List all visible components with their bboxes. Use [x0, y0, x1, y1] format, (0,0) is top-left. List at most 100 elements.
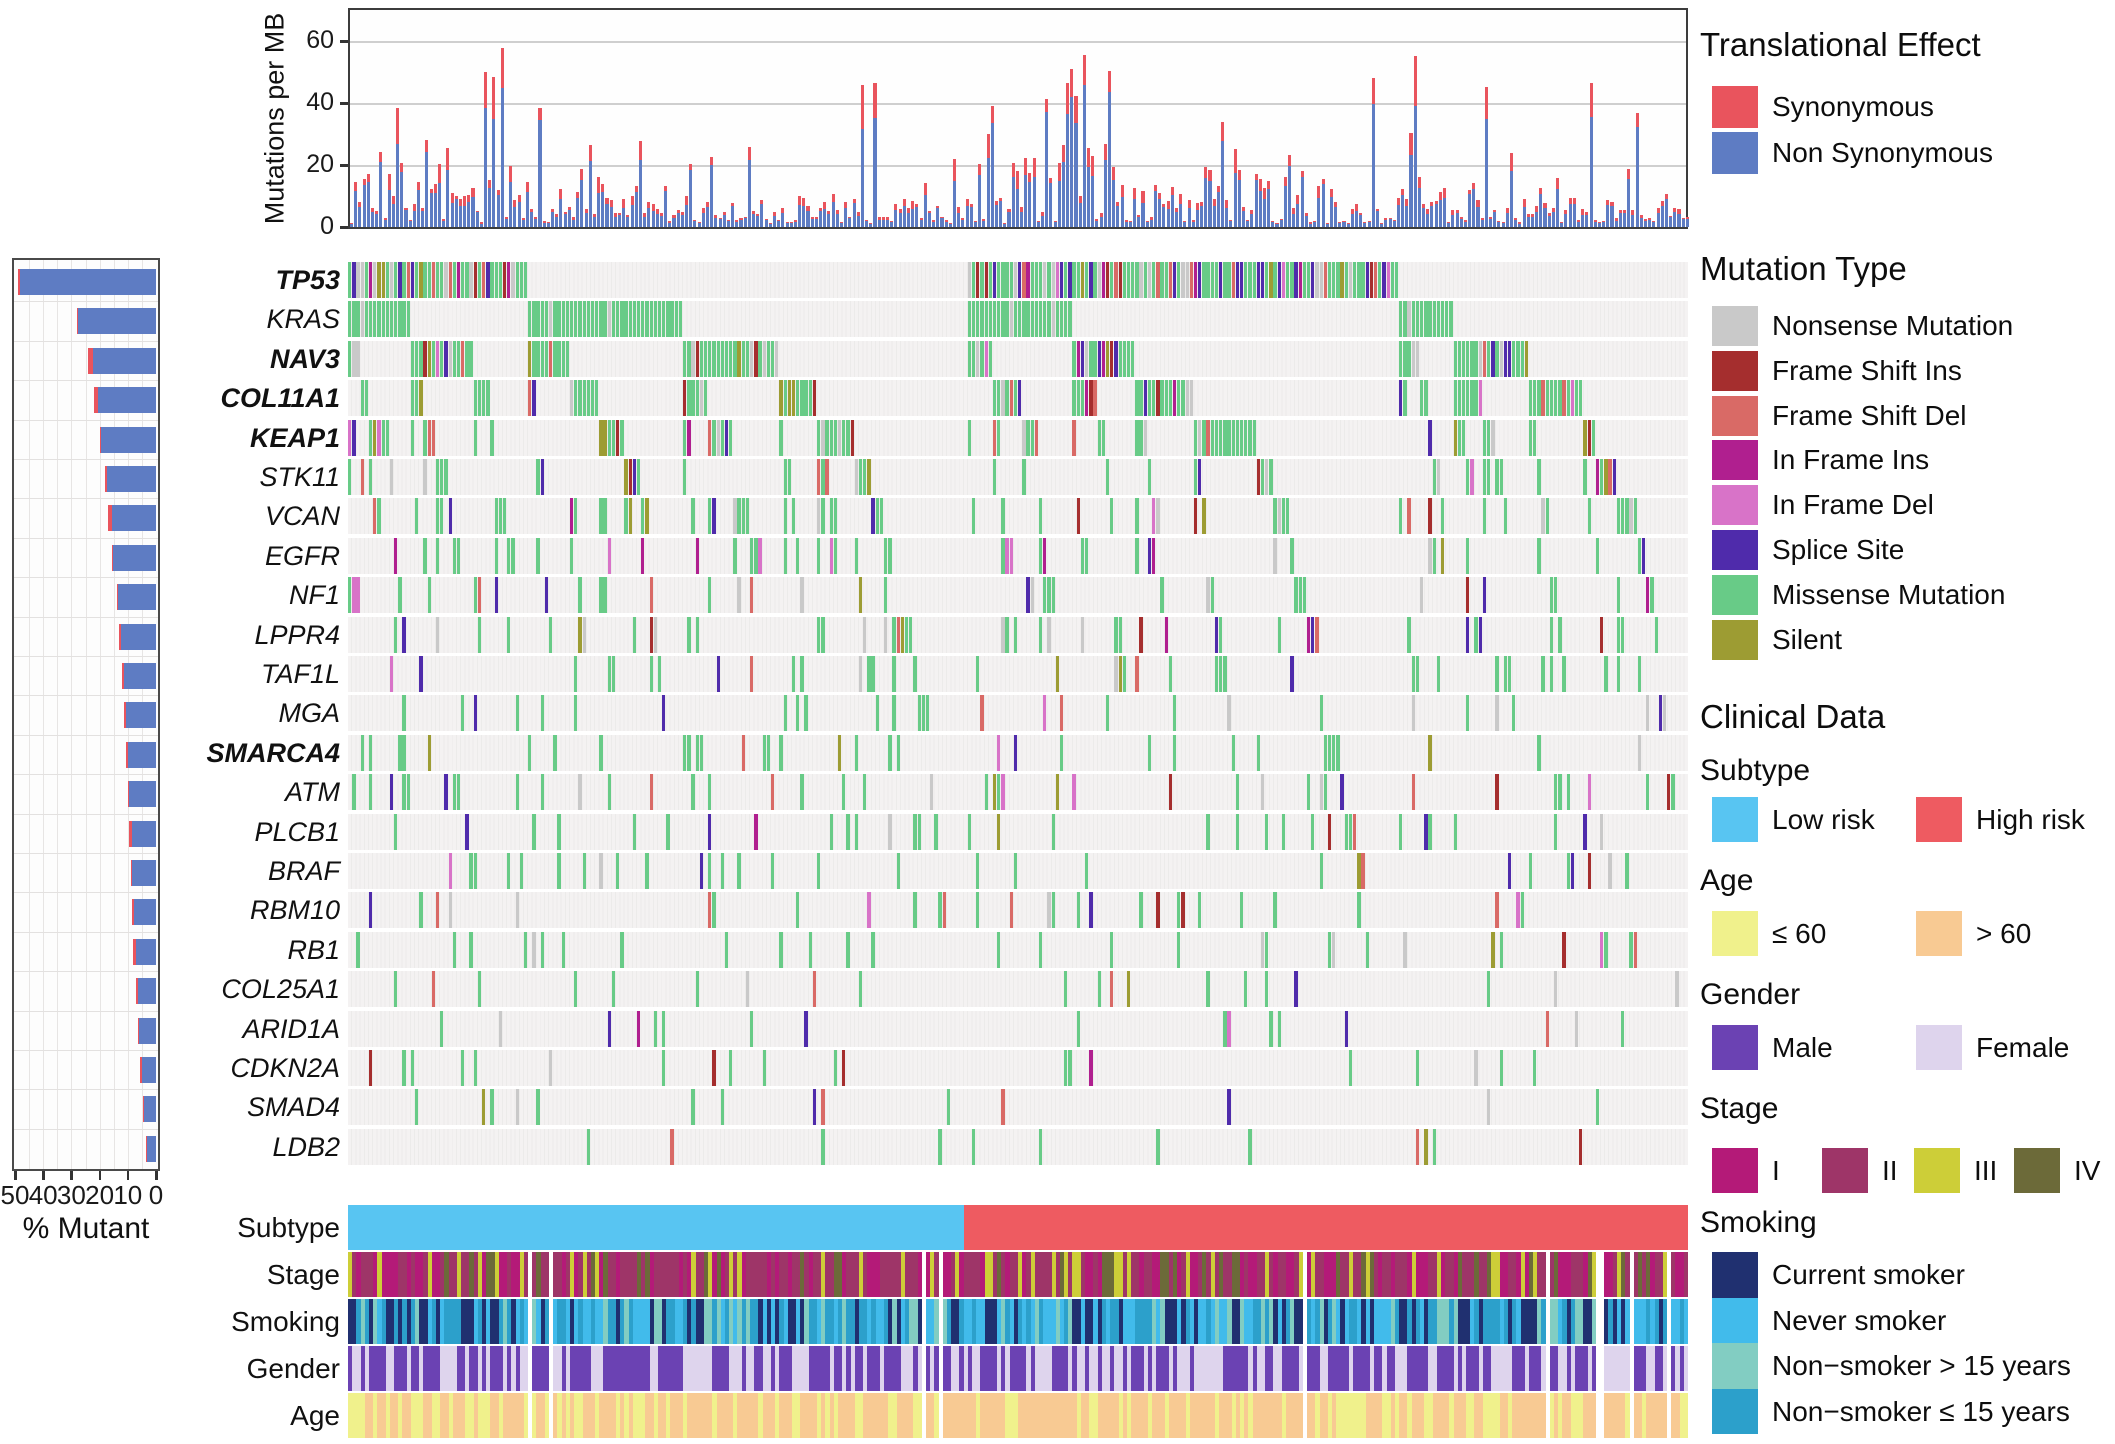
oncoprint-cell [1060, 695, 1063, 731]
stage-track-cell [524, 1252, 528, 1297]
tmb-bar-synonymous-segment [953, 159, 956, 180]
oncoprint-cell [1001, 617, 1004, 653]
tmb-bar-synonymous-segment [626, 215, 629, 216]
oncoprint-cell [612, 301, 615, 337]
oncoprint-cell [620, 932, 623, 968]
oncoprint-cell [1403, 932, 1406, 968]
tmb-bar-synonymous-segment [1640, 215, 1643, 218]
oncoprint-cell [670, 301, 673, 337]
tmb-bar [811, 217, 814, 227]
oncoprint-cell [1508, 341, 1511, 377]
oncoprint-cell [591, 380, 594, 416]
tmb-bar-synonymous-segment [1648, 218, 1651, 220]
tmb-bar [1301, 171, 1304, 227]
oncoprint-cell [578, 774, 581, 810]
tmb-bar-synonymous-segment [660, 213, 663, 216]
oncoprint-cell [708, 774, 711, 810]
oncoprint-cell [985, 774, 988, 810]
oncoprint-cell [386, 420, 389, 456]
oncoprint-cell [968, 814, 971, 850]
oncoprint-cell [1102, 341, 1105, 377]
tmb-bar-synonymous-segment [488, 180, 491, 188]
tmb-bar [1162, 204, 1165, 227]
smoking-track-cell [1663, 1299, 1667, 1344]
oncoprint-cell [662, 301, 665, 337]
oncoprint-cell [348, 301, 351, 337]
oncoprint-cell [650, 301, 653, 337]
oncoprint-cell [1550, 656, 1553, 692]
tmb-bar [1137, 215, 1140, 227]
tmb-bar [1037, 221, 1040, 227]
tmb-bar-synonymous-segment [681, 212, 684, 216]
oncoprint-cell [1546, 380, 1549, 416]
oncoprint-cell [583, 853, 586, 889]
oncoprint-cell [1110, 498, 1113, 534]
oncoprint-cell [1186, 262, 1189, 298]
oncoprint-cell [993, 262, 996, 298]
oncoprint-cell [394, 617, 397, 653]
oncoprint-cell [666, 301, 669, 337]
oncoprint-cell [599, 735, 602, 771]
tmb-bar [924, 183, 927, 227]
tmb-bar-synonymous-segment [1430, 202, 1433, 207]
oncoprint-cell [474, 380, 477, 416]
oncoprint-cell [976, 853, 979, 889]
tmb-bar [417, 182, 420, 227]
tmb-bar-synonymous-segment [656, 209, 659, 214]
tmb-bar-synonymous-segment [1556, 178, 1559, 189]
tmb-bar [580, 169, 583, 227]
tmb-bar [639, 141, 642, 227]
oncoprint-cell [763, 735, 766, 771]
oncoprint-cell [767, 735, 770, 771]
tmb-bar-synonymous-segment [1062, 145, 1065, 162]
oncoprint-cell [650, 577, 653, 613]
tmb-bar-synonymous-segment [1125, 220, 1128, 222]
oncoprint-cell [1219, 420, 1222, 456]
tmb-bar-synonymous-segment [572, 217, 575, 220]
oncoprint-cell [1583, 459, 1586, 495]
tmb-bar-synonymous-segment [455, 196, 458, 199]
tmb-bar-synonymous-segment [1485, 87, 1488, 119]
oncoprint-cell [574, 971, 577, 1007]
oncoprint-cell [1374, 262, 1377, 298]
smoking-track-cell [1625, 1299, 1629, 1344]
tmb-bar-synonymous-segment [547, 222, 550, 223]
oncoprint-cell [511, 538, 514, 574]
oncoprint-cell [700, 735, 703, 771]
tmb-bar-synonymous-segment [1627, 169, 1630, 178]
tmb-bar [1372, 78, 1375, 227]
tmb-bar [585, 209, 588, 227]
oncoprint-cell [1613, 459, 1616, 495]
oncoprint-cell [838, 735, 841, 771]
oncoprint-cell [750, 1011, 753, 1047]
oncoprint-cell [863, 459, 866, 495]
oncoprint-cell [930, 774, 933, 810]
tmb-bar [739, 218, 742, 227]
oncoprint-cell [436, 892, 439, 928]
tmb-bar [647, 202, 650, 227]
tmb-bar [1116, 202, 1119, 227]
oncoprint-cell [1005, 617, 1008, 653]
tmb-bar-synonymous-segment [710, 157, 713, 165]
tmb-bar-synonymous-segment [811, 217, 814, 219]
tmb-bar-synonymous-segment [861, 85, 864, 129]
tmb-bar [878, 217, 881, 227]
oncoprint-cell [1516, 341, 1519, 377]
tmb-bar [1238, 170, 1241, 227]
tmb-bar [744, 217, 747, 227]
tmb-bar [765, 219, 768, 227]
oncoprint-cell [691, 774, 694, 810]
tmb-bar-synonymous-segment [522, 218, 525, 221]
oncoprint-cell [507, 617, 510, 653]
oncoprint-cell [1420, 301, 1423, 337]
oncoprint-cell [599, 853, 602, 889]
oncoprint-cell [1458, 341, 1461, 377]
tmb-bar [1380, 223, 1383, 227]
oncoprint-cell [1617, 498, 1620, 534]
tmb-bar-synonymous-segment [815, 217, 818, 219]
oncoprint-cell [1047, 577, 1050, 613]
oncoprint-cell [1039, 617, 1042, 653]
tmb-bar [1359, 213, 1362, 227]
tmb-bar [1074, 96, 1077, 227]
oncoprint-cell [1340, 262, 1343, 298]
